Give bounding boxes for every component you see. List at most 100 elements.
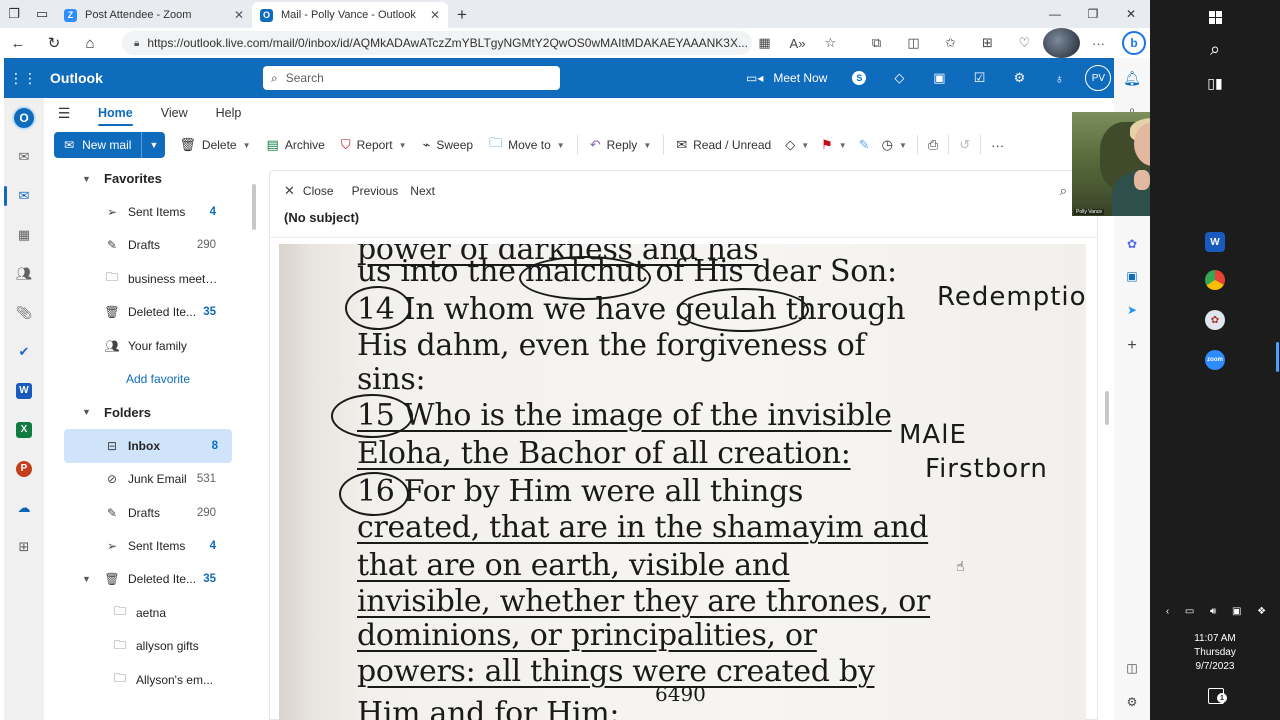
close-button[interactable]: Close [303, 184, 334, 198]
chevron-left-icon[interactable]: ‹ [1166, 606, 1169, 617]
app-available-icon[interactable]: ▦ [748, 28, 781, 58]
extensions-icon[interactable]: ⧉ [858, 28, 895, 58]
subfolder-aetna[interactable]: 🗀︎ aetna [44, 596, 266, 629]
new-mail-button[interactable]: ✉ New mail [54, 132, 142, 158]
favorites-icon[interactable]: ✩ [932, 28, 969, 58]
browser-tab-zoom[interactable]: Z Post Attendee - Zoom ✕ [56, 2, 252, 28]
folder-drafts[interactable]: ✎ Drafts 290 [44, 496, 266, 529]
skype-button[interactable]: S [839, 58, 879, 98]
chevron-down-icon[interactable]: ▼ [82, 407, 91, 417]
tab-help[interactable]: Help [202, 98, 256, 128]
tab-view[interactable]: View [147, 98, 202, 128]
profile-button[interactable] [1043, 28, 1080, 58]
zoom-icon[interactable]: ⌕ [1060, 183, 1067, 199]
delete-button[interactable]: 🗑︎ Delete ▼ [171, 130, 258, 160]
restore-icon[interactable]: ❐ [1074, 0, 1112, 28]
volume-icon[interactable]: 🔊︎ [1210, 606, 1216, 617]
sidebar-toggle-icon[interactable]: ◫ [1122, 658, 1142, 678]
favorite-drafts[interactable]: ✎ Drafts 290 [44, 229, 266, 262]
read-unread-button[interactable]: ✉ Read / Unread [668, 130, 779, 160]
chevron-down-icon[interactable]: ▼ [839, 141, 847, 150]
calendar-icon[interactable]: ▦ [4, 215, 44, 254]
excel-app-icon[interactable]: X [4, 410, 44, 449]
close-icon[interactable]: ✕ [284, 183, 295, 199]
settings-gear-icon[interactable]: ⚙ [999, 58, 1039, 98]
copilot-icon[interactable]: ✿ [1122, 234, 1142, 254]
network-icon[interactable]: ▣ [1232, 606, 1241, 617]
browser-tab-outlook[interactable]: O Mail - Polly Vance - Outlook ✕ [252, 2, 448, 28]
task-view-icon[interactable]: ▯▮ [1202, 70, 1228, 96]
sweep-button[interactable]: ⌁ Sweep [415, 130, 482, 160]
categorize-button[interactable]: ◇ ▼ [779, 130, 815, 160]
people-icon[interactable]: 👥︎ [4, 254, 44, 293]
url-field[interactable]: 🔒︎ https://outlook.live.com/mail/0/inbox… [122, 31, 752, 55]
add-favorite-link[interactable]: Add favorite [44, 362, 266, 395]
snooze-button[interactable]: ◷ ▼ [876, 130, 913, 160]
chevron-down-icon[interactable]: ▼ [82, 174, 91, 184]
close-window-icon[interactable]: ✕ [1112, 0, 1150, 28]
office-word-icon[interactable]: ▣ [919, 58, 959, 98]
dropbox-icon[interactable]: ❖ [1257, 606, 1266, 617]
search-box[interactable]: ⌕ Search [263, 66, 560, 90]
app-launcher-icon[interactable]: ⋮⋮ [4, 70, 42, 87]
more-apps-icon[interactable]: ⊞ [4, 527, 44, 566]
folder-pane-scrollbar[interactable] [252, 184, 256, 230]
back-icon[interactable]: ← [0, 28, 36, 58]
collections-icon[interactable]: ⊞ [969, 28, 1006, 58]
subfolder-allysons-email[interactable]: 🗀︎ Allyson's em... [44, 663, 266, 696]
favorite-star-icon[interactable]: ☆ [814, 28, 847, 58]
favorite-deleted-items[interactable]: 🗑︎ Deleted Ite... 35 [44, 296, 266, 329]
chevron-down-icon[interactable]: ▼ [243, 141, 251, 150]
print-button[interactable]: ⎙ [922, 130, 944, 160]
minimize-icon[interactable]: — [1036, 0, 1074, 28]
todo-check-icon[interactable]: ✔ [4, 332, 44, 371]
move-to-button[interactable]: 🗀︎ Move to ▼ [481, 130, 573, 160]
tab-actions-icon[interactable]: ▭ [28, 0, 56, 28]
attachment-icon[interactable]: 📎︎ [4, 293, 44, 332]
bell-icon[interactable]: 🔔︎ [1122, 68, 1142, 88]
favorite-sent-items[interactable]: ➢ Sent Items 4 [44, 195, 266, 228]
lock-icon[interactable]: 🔒︎ [134, 38, 139, 49]
refresh-icon[interactable]: ↻ [36, 28, 72, 58]
favorite-your-family[interactable]: 👥︎ Your family [44, 329, 266, 362]
chevron-down-icon[interactable]: ▼ [399, 141, 407, 150]
zoom-taskbar-icon[interactable]: zoom [1205, 350, 1225, 370]
previous-button[interactable]: Previous [352, 184, 399, 198]
close-tab-icon[interactable]: ✕ [430, 8, 440, 22]
more-commands-button[interactable]: ··· [985, 130, 1010, 160]
bing-copilot-icon[interactable]: b [1122, 31, 1146, 55]
taskbar-clock[interactable]: 11:07 AM Thursday 9/7/2023 [1150, 632, 1280, 674]
settings-gear-icon[interactable]: ⚙ [1122, 692, 1142, 712]
word-taskbar-icon[interactable]: W [1205, 232, 1225, 252]
outlook-app-icon[interactable]: O [4, 98, 44, 137]
meet-now-button[interactable]: ▭◂ Meet Now [734, 71, 839, 85]
subfolder-allyson-gifts[interactable]: 🗀︎ allyson gifts [44, 629, 266, 662]
report-button[interactable]: ⛉ Report ▼ [333, 130, 415, 160]
more-icon[interactable]: ··· [1080, 28, 1117, 58]
archive-button[interactable]: ▤ Archive [259, 130, 333, 160]
undo-button[interactable]: ↺ [953, 130, 976, 160]
folders-header[interactable]: ▼ Folders [44, 396, 266, 429]
close-tab-icon[interactable]: ✕ [234, 8, 244, 22]
chevron-down-icon[interactable]: ▼ [82, 574, 91, 584]
mail-icon[interactable]: ✉ [4, 176, 44, 215]
tips-lightbulb-icon[interactable]: ♁ [1039, 58, 1079, 98]
outlook-brand[interactable]: Outlook [42, 70, 103, 86]
folder-junk-email[interactable]: ⊘ Junk Email 531 [44, 463, 266, 496]
premium-diamond-icon[interactable]: ◇ [879, 58, 919, 98]
onedrive-icon[interactable]: ☁ [4, 488, 44, 527]
flag-button[interactable]: ⚑ ▼ [815, 130, 853, 160]
tab-home[interactable]: Home [84, 98, 147, 128]
start-button[interactable] [1202, 4, 1228, 30]
search-icon[interactable]: ⌕ [1202, 36, 1228, 62]
browser-essentials-icon[interactable]: ♡ [1006, 28, 1043, 58]
folder-deleted-items[interactable]: ▼ 🗑︎ Deleted Ite... 35 [44, 563, 266, 596]
powerpoint-app-icon[interactable]: P [4, 449, 44, 488]
folder-sent-items[interactable]: ➢ Sent Items 4 [44, 529, 266, 562]
word-app-icon[interactable]: W [4, 371, 44, 410]
chevron-down-icon[interactable]: ▼ [801, 141, 809, 150]
notification-center-icon[interactable]: 1 [1208, 688, 1227, 704]
chevron-down-icon[interactable]: ▼ [557, 141, 565, 150]
reply-button[interactable]: ↶ Reply ▼ [582, 130, 660, 160]
send-plane-icon[interactable]: ➤ [1122, 300, 1142, 320]
